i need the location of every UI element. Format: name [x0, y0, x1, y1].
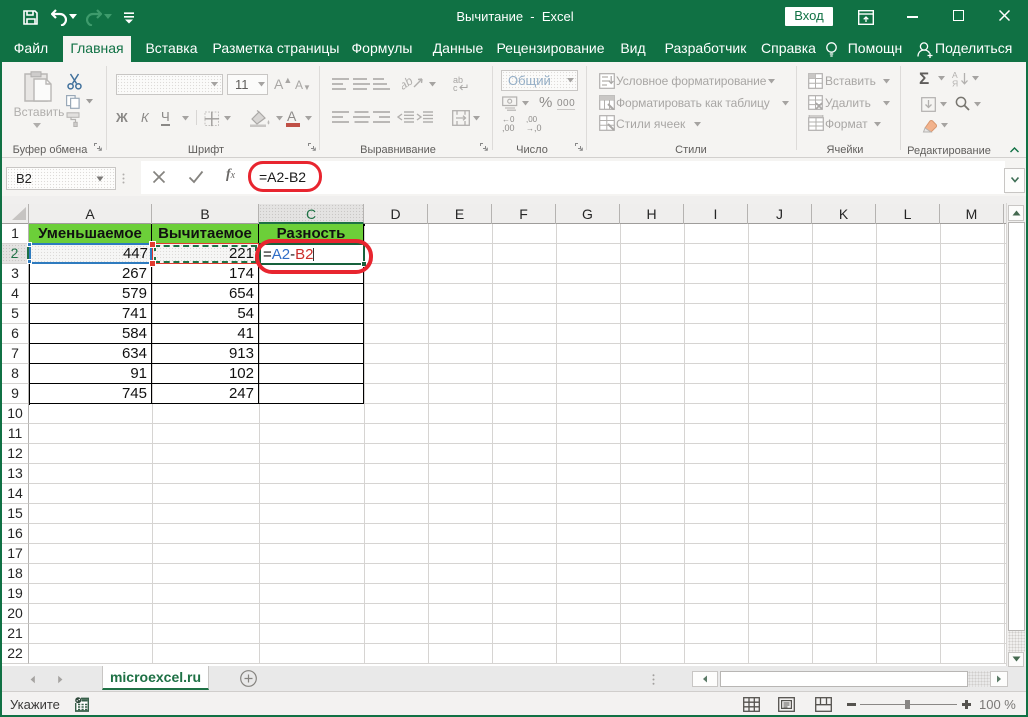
svg-text:Я: Я — [952, 79, 958, 88]
svg-text:c: c — [453, 83, 458, 92]
svg-text:ab: ab — [402, 75, 416, 93]
